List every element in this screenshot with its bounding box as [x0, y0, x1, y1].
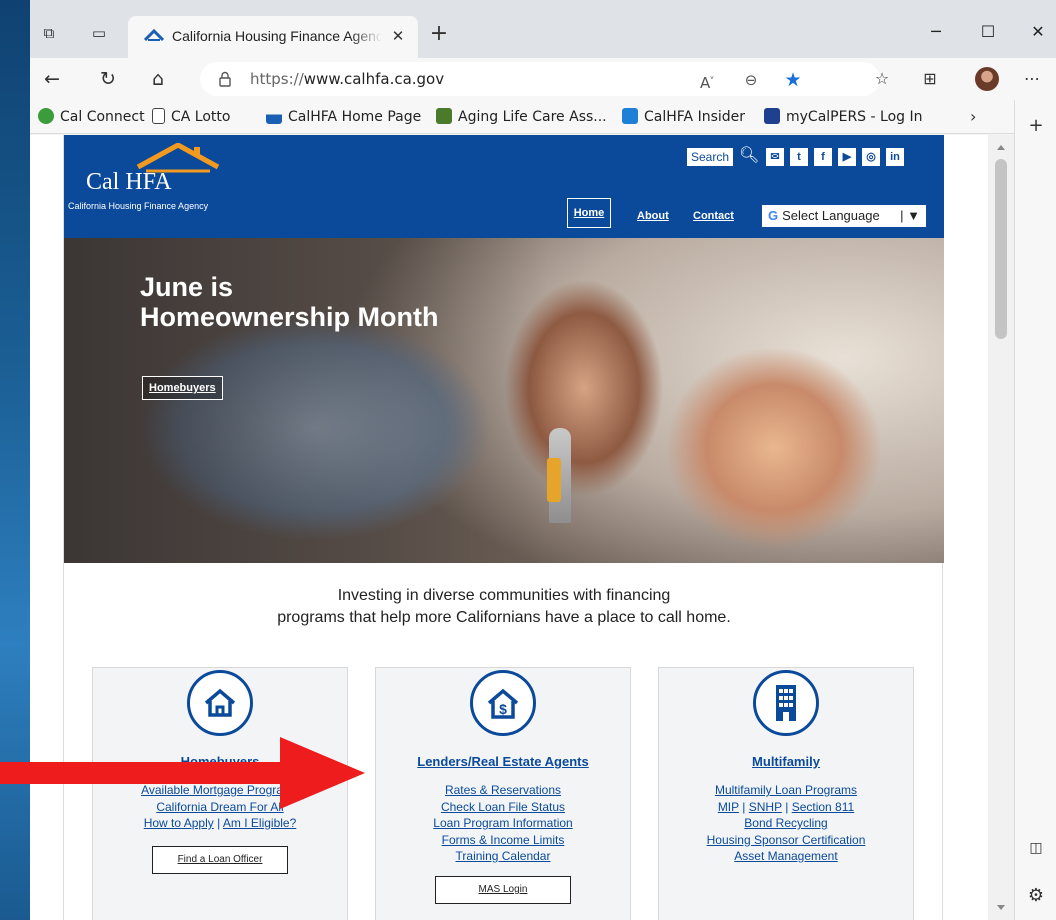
- link-section-811[interactable]: Section 811: [792, 800, 855, 814]
- collections-icon[interactable]: ⊞: [918, 67, 942, 91]
- mas-login-button[interactable]: MAS Login: [435, 876, 571, 904]
- hero-banner: June is Homeownership Month Homebuyers: [64, 238, 944, 563]
- page-icon: [152, 108, 165, 124]
- address-bar[interactable]: https://www.calhfa.ca.gov Aᵛ ⊖ ★: [200, 62, 880, 96]
- cal-connect-icon: [38, 108, 54, 124]
- bookmark-mycalpers[interactable]: myCalPERS - Log In: [764, 107, 922, 127]
- card-links-multifamily: Multifamily Loan Programs MIP | SNHP | S…: [706, 783, 866, 863]
- link-rates-reservations[interactable]: Rates & Reservations: [445, 783, 561, 797]
- bookmark-calhfa-home[interactable]: CalHFA Home Page: [266, 107, 421, 127]
- page-scrollbar[interactable]: [988, 135, 1014, 920]
- scroll-down-icon[interactable]: [997, 905, 1005, 910]
- youtube-icon[interactable]: ▶: [838, 148, 856, 166]
- nav-about[interactable]: About: [637, 210, 669, 222]
- svg-text:$: $: [499, 701, 507, 717]
- mission-line-2: programs that help more Californians hav…: [277, 609, 731, 626]
- find-loan-officer-button[interactable]: Find a Loan Officer: [152, 846, 288, 874]
- hide-sidebar-icon[interactable]: ◫: [1024, 836, 1048, 860]
- link-forms-income-limits[interactable]: Forms & Income Limits: [442, 833, 565, 847]
- search-icon[interactable]: 🔍︎: [739, 146, 759, 164]
- card-multifamily: Multifamily Multifamily Loan Programs MI…: [658, 667, 914, 920]
- link-check-loan-file-status[interactable]: Check Loan File Status: [441, 800, 565, 814]
- house-icon[interactable]: [187, 670, 253, 736]
- annotation-arrow-icon: [0, 737, 365, 809]
- bookmark-cal-connect[interactable]: Cal Connect: [38, 107, 145, 127]
- email-icon[interactable]: ✉: [766, 148, 784, 166]
- mission-statement: Investing in diverse communities with fi…: [64, 585, 944, 629]
- close-window-icon[interactable]: ✕: [1026, 20, 1050, 44]
- insider-icon: [622, 108, 638, 124]
- link-am-i-eligible[interactable]: Am I Eligible?: [223, 816, 296, 830]
- card-lenders: $ Lenders/Real Estate Agents Rates & Res…: [375, 667, 631, 920]
- tab-title: California Housing Finance Agency: [172, 28, 382, 44]
- tab-calhfa[interactable]: California Housing Finance Agency ✕: [128, 16, 418, 58]
- calhfa-icon: [266, 108, 282, 124]
- site-header: Cal HFA California Housing Finance Agenc…: [64, 135, 944, 238]
- link-loan-program-information[interactable]: Loan Program Information: [433, 816, 572, 830]
- link-mip[interactable]: MIP: [718, 800, 739, 814]
- bookmark-ca-lotto[interactable]: CA Lotto: [152, 107, 230, 127]
- link-asset-management[interactable]: Asset Management: [734, 849, 837, 863]
- card-title-multifamily[interactable]: Multifamily: [659, 754, 913, 769]
- bookmarks-bar: Cal Connect CA Lotto CalHFA Home Page Ag…: [30, 100, 1056, 134]
- home-icon[interactable]: ⌂: [146, 67, 170, 91]
- bookmark-aging-life[interactable]: Aging Life Care Ass...: [436, 107, 607, 127]
- link-bond-recycling[interactable]: Bond Recycling: [744, 816, 827, 830]
- scroll-up-icon[interactable]: [997, 145, 1005, 150]
- nav-home[interactable]: Home: [567, 198, 611, 228]
- more-menu-icon[interactable]: ⋯: [1020, 67, 1044, 91]
- zoom-icon[interactable]: ⊖: [740, 69, 762, 91]
- add-sidebar-icon[interactable]: +: [1024, 114, 1048, 138]
- url-text: https://www.calhfa.ca.gov: [250, 70, 445, 88]
- minimize-icon[interactable]: ─: [924, 20, 948, 44]
- instagram-icon[interactable]: ◎: [862, 148, 880, 166]
- logo-tagline: California Housing Finance Agency: [68, 201, 209, 211]
- card-title-lenders[interactable]: Lenders/Real Estate Agents: [376, 754, 630, 769]
- dropdown-arrow-icon: | ▼: [900, 208, 920, 223]
- site-search-button[interactable]: Search: [686, 147, 735, 167]
- hero-title: June is Homeownership Month: [140, 272, 439, 332]
- linkedin-icon[interactable]: in: [886, 148, 904, 166]
- nav-contact[interactable]: Contact: [693, 210, 734, 222]
- gear-icon[interactable]: ⚙: [1024, 884, 1048, 908]
- house-dollar-icon[interactable]: $: [470, 670, 536, 736]
- mission-line-1: Investing in diverse communities with fi…: [337, 587, 671, 604]
- read-aloud-icon[interactable]: Aᵛ: [696, 69, 718, 92]
- mycalpers-icon: [764, 108, 780, 124]
- hero-homebuyers-button[interactable]: Homebuyers: [142, 376, 223, 400]
- link-multifamily-loan-programs[interactable]: Multifamily Loan Programs: [715, 783, 857, 797]
- aging-life-icon: [436, 108, 452, 124]
- twitter-icon[interactable]: t: [790, 148, 808, 166]
- link-snhp[interactable]: SNHP: [749, 800, 782, 814]
- refresh-icon[interactable]: ↻: [96, 67, 120, 91]
- card-links-lenders: Rates & Reservations Check Loan File Sta…: [376, 782, 630, 865]
- chevron-right-icon[interactable]: ›: [970, 107, 976, 126]
- workspaces-icon[interactable]: ⧉: [40, 24, 58, 42]
- link-training-calendar[interactable]: Training Calendar: [456, 849, 551, 863]
- favorite-star-icon[interactable]: ★: [782, 69, 804, 91]
- tab-actions-icon[interactable]: ▭: [90, 24, 108, 42]
- language-select[interactable]: G Select Language | ▼: [762, 205, 926, 227]
- logo-name: Cal HFA: [86, 169, 172, 195]
- close-tab-icon[interactable]: ✕: [388, 26, 408, 46]
- link-how-to-apply[interactable]: How to Apply: [144, 816, 214, 830]
- tab-bar: ⧉ ▭ California Housing Finance Agency ✕ …: [30, 0, 1056, 58]
- link-housing-sponsor-certification[interactable]: Housing Sponsor Certification: [707, 833, 866, 847]
- back-icon[interactable]: ←: [40, 67, 64, 91]
- facebook-icon[interactable]: f: [814, 148, 832, 166]
- scroll-thumb[interactable]: [995, 159, 1007, 339]
- favorites-icon[interactable]: ☆: [870, 67, 894, 91]
- calhfa-favicon-icon: [144, 28, 164, 42]
- lock-icon[interactable]: [216, 70, 234, 88]
- apartment-building-icon[interactable]: [753, 670, 819, 736]
- bookmark-calhfa-insider[interactable]: CalHFA Insider: [622, 107, 745, 127]
- profile-avatar[interactable]: [975, 67, 999, 91]
- edge-sidebar: + ◫ ⚙: [1014, 100, 1056, 920]
- google-icon: G: [768, 208, 779, 223]
- maximize-icon[interactable]: ☐: [976, 20, 1000, 44]
- navigation-bar: ← ↻ ⌂ https://www.calhfa.ca.gov Aᵛ ⊖ ★ ☆…: [30, 58, 1056, 100]
- new-tab-button[interactable]: +: [428, 23, 450, 46]
